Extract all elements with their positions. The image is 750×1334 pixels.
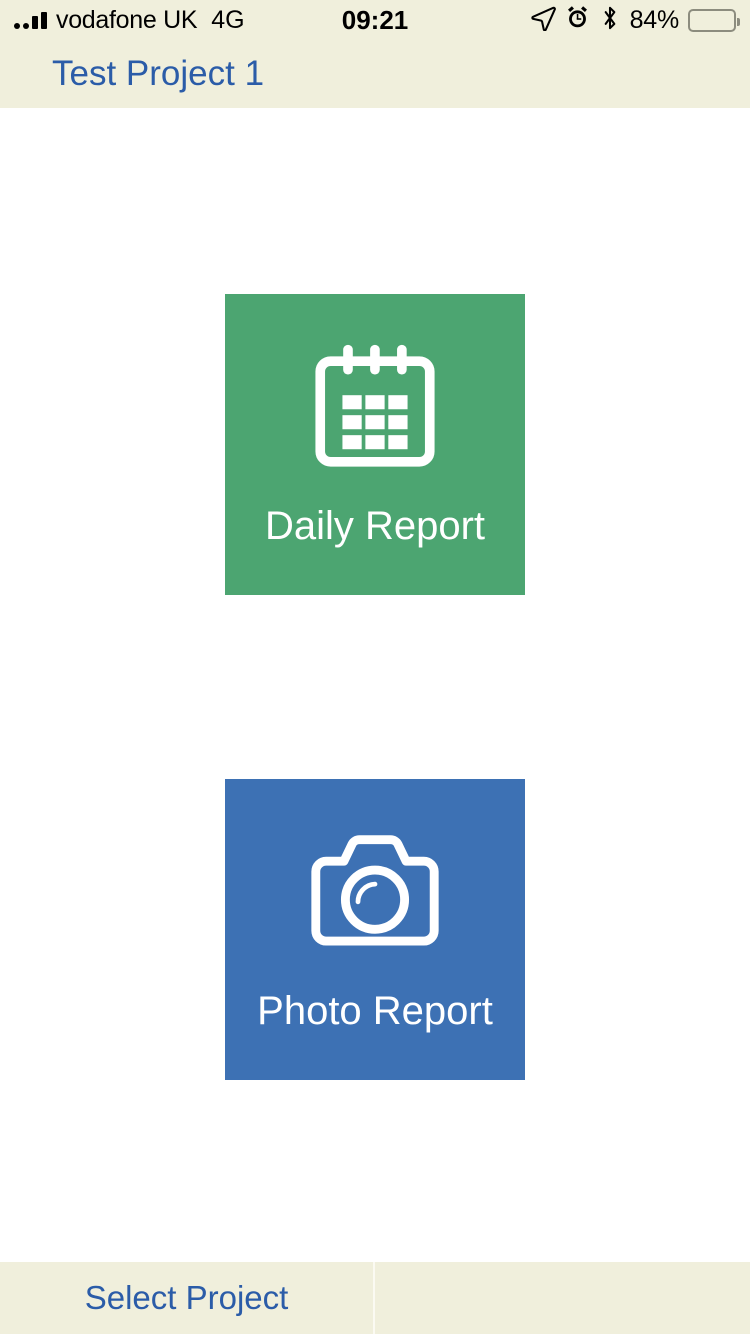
battery-icon: [688, 8, 740, 32]
daily-report-label: Daily Report: [264, 504, 486, 548]
camera-icon: [301, 819, 449, 967]
navigation-bar: Test Project 1: [0, 40, 750, 108]
status-bar-right: 84%: [530, 5, 740, 36]
bluetooth-icon: [599, 5, 621, 36]
toolbar-empty-slot: [375, 1262, 750, 1334]
location-arrow-icon: [530, 5, 556, 36]
alarm-clock-icon: [565, 5, 590, 35]
main-content: Daily Report Photo Report: [0, 108, 750, 1262]
calendar-icon: [301, 336, 449, 484]
select-project-button[interactable]: Select Project: [0, 1262, 373, 1334]
page-title: Test Project 1: [52, 54, 265, 93]
battery-percent-label: 84%: [629, 5, 680, 34]
daily-report-tile[interactable]: Daily Report: [225, 294, 525, 595]
status-bar: vodafone UK 4G 09:21 84%: [0, 0, 750, 40]
bottom-toolbar: Select Project: [0, 1262, 750, 1334]
photo-report-tile[interactable]: Photo Report: [225, 779, 525, 1080]
select-project-label: Select Project: [84, 1279, 289, 1316]
photo-report-label: Photo Report: [257, 989, 493, 1033]
